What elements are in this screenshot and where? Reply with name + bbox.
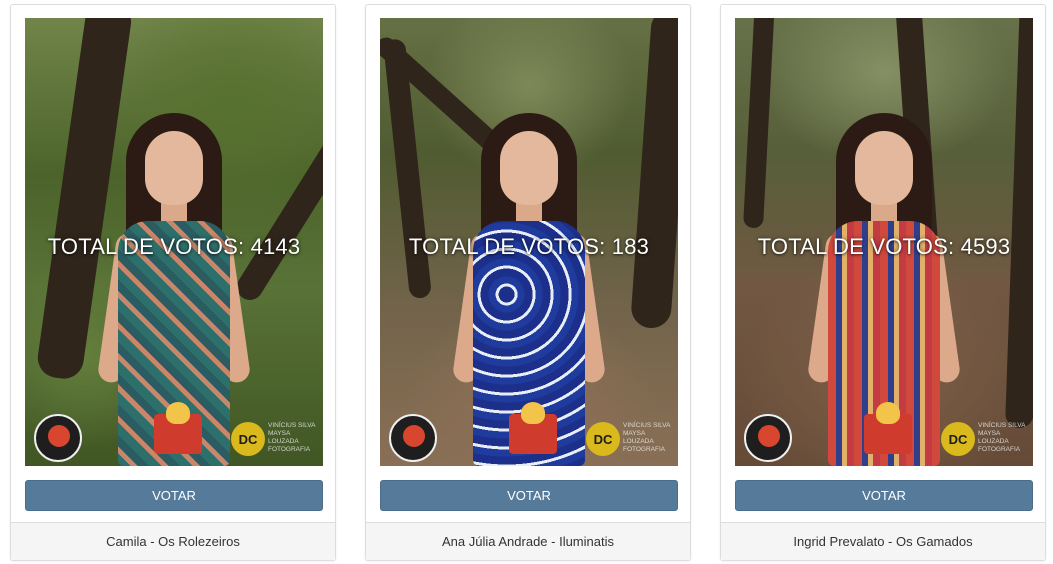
photo-credit: VINÍCIUS SILVA MAYSA LOUZADA FOTOGRAFIA (268, 422, 316, 453)
event-logo (744, 414, 792, 462)
sponsor-logo (864, 402, 912, 454)
photo-credit: VINÍCIUS SILVA MAYSA LOUZADA FOTOGRAFIA (978, 422, 1026, 453)
sponsor-logo (509, 402, 557, 454)
contestant-card: TOTAL DE VOTOS: 183 DC VINÍCIUS SILVA MA… (365, 4, 691, 561)
vote-button[interactable]: VOTAR (735, 480, 1033, 511)
contestant-photo: TOTAL DE VOTOS: 4143 DC VINÍCIUS SILVA M… (25, 18, 323, 466)
photographer-logo: DC (231, 422, 265, 456)
photographer-logo: DC (586, 422, 620, 456)
vote-count: TOTAL DE VOTOS: 183 (408, 234, 650, 259)
contestant-name: Ingrid Prevalato - Os Gamados (721, 522, 1045, 560)
vote-button[interactable]: VOTAR (25, 480, 323, 511)
contestant-photo: TOTAL DE VOTOS: 183 DC VINÍCIUS SILVA MA… (380, 18, 678, 466)
photo-credit: VINÍCIUS SILVA MAYSA LOUZADA FOTOGRAFIA (623, 422, 671, 453)
contestant-photo: TOTAL DE VOTOS: 4593 DC VINÍCIUS SILVA M… (735, 18, 1033, 466)
contestant-name: Camila - Os Rolezeiros (11, 522, 335, 560)
event-logo (34, 414, 82, 462)
contestant-card: TOTAL DE VOTOS: 4143 DC VINÍCIUS SILVA M… (10, 4, 336, 561)
vote-button[interactable]: VOTAR (380, 480, 678, 511)
vote-count: TOTAL DE VOTOS: 4593 (757, 234, 1011, 259)
contestant-name: Ana Júlia Andrade - Iluminatis (366, 522, 690, 560)
event-logo (389, 414, 437, 462)
contestant-card: TOTAL DE VOTOS: 4593 DC VINÍCIUS SILVA M… (720, 4, 1046, 561)
photographer-logo: DC (941, 422, 975, 456)
vote-count: TOTAL DE VOTOS: 4143 (47, 234, 301, 259)
sponsor-logo (154, 402, 202, 454)
